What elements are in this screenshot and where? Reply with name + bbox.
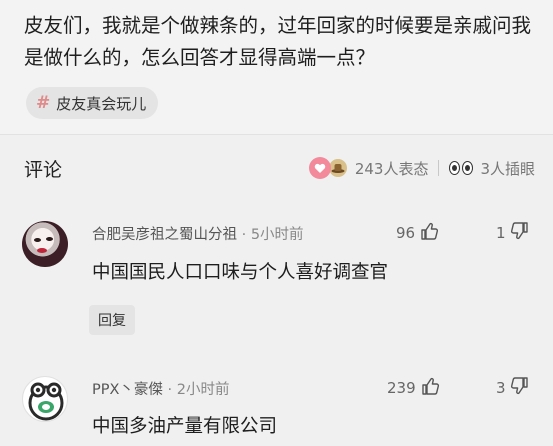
comment-text: 中国国民人口口味与个人喜好调查官	[92, 262, 389, 283]
dislike-button[interactable]: 1	[496, 221, 530, 245]
comment-item: PPX丶豪傑 · 2小时前 239 3 中国多油产量有限公司	[0, 362, 553, 446]
like-count: 239	[387, 379, 416, 397]
comment-author[interactable]: PPX丶豪傑	[92, 382, 163, 398]
comments-title: 评论	[24, 159, 63, 181]
avatar-mouth	[37, 248, 47, 253]
avatar[interactable]	[22, 376, 68, 422]
post-card: 皮友们，我就是个做辣条的，过年回家的时候要是亲戚问我是做什么的，怎么回答才显得高…	[0, 0, 553, 134]
heart-icon	[308, 157, 331, 179]
dislike-button[interactable]: 3	[496, 376, 530, 400]
avatar[interactable]	[22, 221, 68, 267]
comment-time: 2小时前	[176, 382, 230, 398]
frog-avatar-icon	[28, 382, 64, 421]
dislike-count: 1	[496, 224, 506, 242]
like-button[interactable]: 96	[396, 221, 439, 245]
reactions-count: 243人表态	[354, 159, 429, 178]
comment-author[interactable]: 合肥吴彦祖之蜀山分祖	[92, 227, 237, 243]
avatar-eye-right	[46, 237, 53, 241]
eye-right-icon	[462, 161, 474, 175]
reactions-bar[interactable]: 243人表态 3人插眼	[308, 154, 535, 182]
thumbs-down-icon	[510, 221, 530, 245]
like-count: 96	[396, 224, 416, 242]
thumbs-up-icon	[419, 221, 439, 245]
comment-item: 合肥吴彦祖之蜀山分祖 · 5小时前 96 1 中国国民人口口味与个人喜好调查官 …	[0, 206, 553, 346]
section-divider	[0, 134, 553, 135]
thumbs-up-icon	[420, 376, 440, 400]
comment-text: 中国多油产量有限公司	[92, 416, 278, 437]
topic-tag-label: 皮友真会玩儿	[56, 94, 147, 113]
comment-meta: 合肥吴彦祖之蜀山分祖 · 5小时前	[92, 223, 304, 244]
like-button[interactable]: 239	[387, 376, 440, 400]
eyes-count: 3人插眼	[480, 159, 535, 178]
reactions-divider	[438, 160, 440, 176]
avatar-eye-left	[34, 238, 41, 242]
meta-separator: ·	[241, 227, 247, 243]
comment-meta: PPX丶豪傑 · 2小时前	[92, 378, 229, 399]
reply-button[interactable]: 回复	[89, 305, 135, 335]
eyes-icon[interactable]	[449, 160, 475, 176]
topic-tag[interactable]: # 皮友真会玩儿	[26, 87, 159, 119]
meta-separator: ·	[167, 382, 173, 398]
dislike-count: 3	[496, 379, 506, 397]
eye-left-icon	[449, 161, 461, 175]
comment-time: 5小时前	[250, 227, 304, 243]
post-text: 皮友们，我就是个做辣条的，过年回家的时候要是亲戚问我是做什么的，怎么回答才显得高…	[24, 14, 532, 69]
comments-header: 评论 243人表态 3人插眼	[0, 140, 553, 196]
thumbs-down-icon	[510, 376, 530, 400]
hash-icon: #	[36, 93, 51, 113]
